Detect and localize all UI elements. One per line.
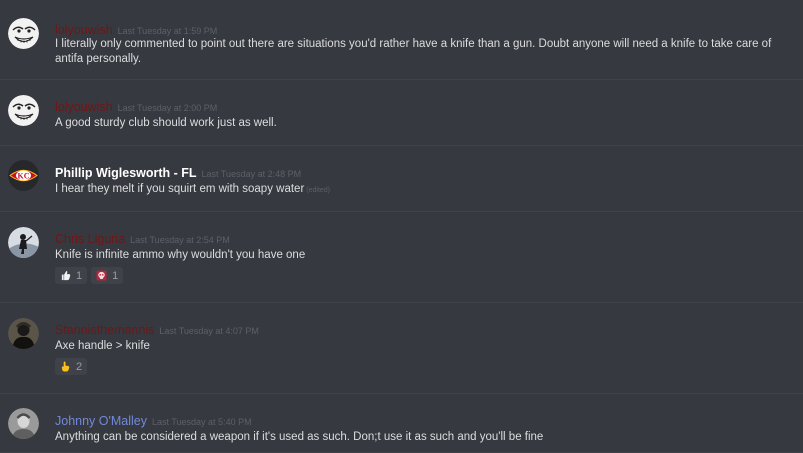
pointing-hand-emoji-icon xyxy=(61,361,70,372)
timestamp: Last Tuesday at 2:48 PM xyxy=(201,169,302,179)
message-item: lolyouwish Last Tuesday at 1:59 PM I lite… xyxy=(0,0,803,80)
portrait-avatar[interactable] xyxy=(8,408,39,439)
message-item: Stannisthemannis Last Tuesday at 4:07 PM … xyxy=(0,303,803,394)
message-text: Axe handle > knife xyxy=(55,340,150,352)
timestamp: Last Tuesday at 5:40 PM xyxy=(152,417,252,427)
reactions-bar: 2 xyxy=(55,358,88,375)
message-body: I hear they melt if you squirt em with s… xyxy=(55,183,305,195)
chiefs-logo-avatar[interactable]: KC xyxy=(8,160,39,191)
reaction-count: 2 xyxy=(76,360,83,373)
timestamp: Last Tuesday at 4:07 PM xyxy=(159,326,259,336)
message-item: KC Phillip Wiglesworth - FL Last Tuesday … xyxy=(0,146,803,212)
troll-face-avatar[interactable] xyxy=(8,95,39,126)
troll-face-avatar[interactable] xyxy=(8,18,39,49)
skull-emoji-icon xyxy=(96,270,107,281)
author-name[interactable]: lolyouwish xyxy=(55,23,113,37)
message-item: Chris Liguria Last Tuesday at 2:54 PM Kni… xyxy=(0,212,803,303)
svg-text:KC: KC xyxy=(18,172,30,181)
reaction-thumbs-up[interactable]: 1 xyxy=(55,267,88,284)
reaction-skull[interactable]: 1 xyxy=(91,267,124,284)
author-name[interactable]: lolyouwish xyxy=(55,100,113,114)
timestamp: Last Tuesday at 2:00 PM xyxy=(117,103,218,113)
message-text: A good sturdy club should work just as w… xyxy=(55,117,277,129)
reaction-count: 1 xyxy=(76,269,83,282)
author-name[interactable]: Phillip Wiglesworth - FL xyxy=(55,166,197,180)
timestamp: Last Tuesday at 2:54 PM xyxy=(130,235,230,245)
message-text: Anything can be considered a weapon if i… xyxy=(55,431,544,443)
author-name[interactable]: Stannisthemannis xyxy=(55,323,154,337)
reactions-bar: 1 1 xyxy=(55,267,124,284)
edited-marker: (edited) xyxy=(306,187,331,194)
author-name[interactable]: Chris Liguria xyxy=(55,232,125,246)
thumbs-up-emoji-icon xyxy=(61,270,71,281)
message-text: I literally only commented to point out … xyxy=(55,38,772,65)
author-name[interactable]: Johnny O'Malley xyxy=(55,414,147,428)
message-item: Johnny O'Malley Last Tuesday at 5:40 PM A… xyxy=(0,394,803,453)
message-item: lolyouwish Last Tuesday at 2:00 PM A good… xyxy=(0,80,803,146)
reaction-pointing-hand[interactable]: 2 xyxy=(55,358,88,375)
silhouette-avatar[interactable] xyxy=(8,227,39,258)
dark-figure-avatar[interactable] xyxy=(8,318,39,349)
timestamp: Last Tuesday at 1:59 PM xyxy=(117,26,218,36)
message-text: I hear they melt if you squirt em with s… xyxy=(55,182,775,199)
reaction-count: 1 xyxy=(112,269,119,282)
message-text: Knife is infinite ammo why wouldn't you … xyxy=(55,249,306,261)
